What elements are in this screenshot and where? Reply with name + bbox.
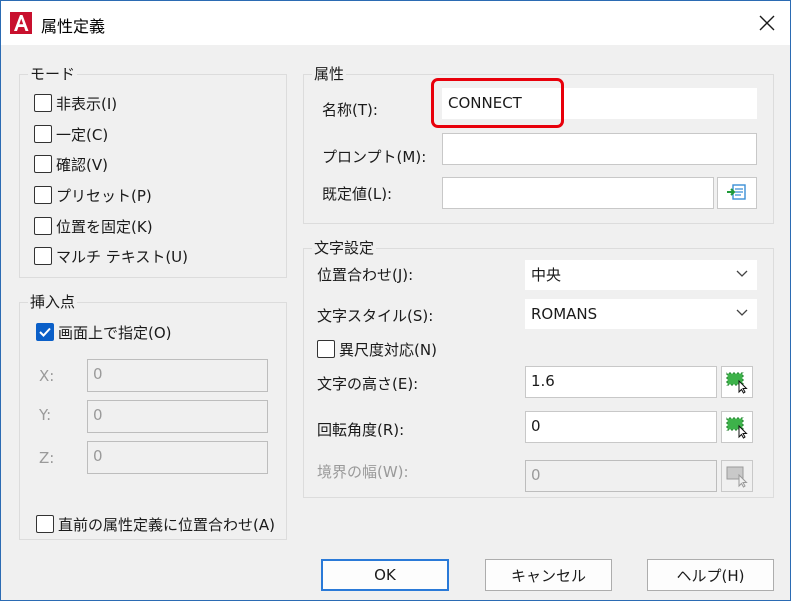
pick-point-icon — [726, 417, 748, 439]
text-style-select[interactable]: ROMANS — [525, 299, 757, 329]
mode-multiline-checkbox[interactable]: マルチ テキスト(U) — [34, 244, 188, 268]
cancel-button[interactable]: キャンセル — [485, 559, 612, 591]
tag-highlight-callout — [431, 78, 564, 128]
check-icon — [39, 327, 51, 337]
mode-constant-checkbox[interactable]: 一定(C) — [34, 122, 108, 146]
checkbox-label: 確認(V) — [56, 155, 108, 174]
text-height-label: 文字の高さ(E): — [317, 375, 419, 393]
checkbox-label: 画面上で指定(O) — [58, 323, 172, 342]
y-input[interactable]: 0 — [87, 400, 268, 433]
text-height-input[interactable]: 1.6 — [525, 366, 717, 398]
checkbox-box[interactable] — [34, 186, 52, 204]
prompt-label: プロンプト(M): — [322, 148, 427, 166]
tag-label: 名称(T): — [322, 101, 378, 119]
ok-button[interactable]: OK — [321, 559, 449, 591]
autocad-a-icon — [10, 12, 32, 34]
dialog-body: モード 非表示(I) 一定(C) 確認(V) プリセット(P) 位置を固定(K)… — [1, 45, 790, 600]
help-button[interactable]: ヘルプ(H) — [647, 559, 774, 591]
chevron-down-icon — [736, 270, 748, 277]
checkbox-label: 一定(C) — [56, 125, 109, 144]
mode-group-title: モード — [28, 64, 78, 84]
z-label: Z: — [39, 449, 55, 467]
justification-value: 中央 — [531, 266, 562, 284]
mode-preset-checkbox[interactable]: プリセット(P) — [34, 183, 152, 207]
insert-field-button[interactable] — [717, 177, 757, 209]
rotation-pick-button[interactable] — [721, 411, 753, 443]
checkbox-label: プリセット(P) — [56, 186, 152, 205]
close-icon — [759, 15, 775, 31]
checkbox-label: 異尺度対応(N) — [339, 340, 437, 359]
text-height-pick-button[interactable] — [721, 366, 753, 398]
x-input[interactable]: 0 — [87, 359, 268, 392]
boundary-width-label: 境界の幅(W): — [317, 463, 409, 481]
x-label: X: — [39, 367, 55, 385]
insertion-point-group-title: 挿入点 — [28, 292, 78, 312]
text-style-label: 文字スタイル(S): — [317, 307, 434, 325]
justification-label: 位置合わせ(J): — [317, 266, 414, 284]
boundary-width-pick-button[interactable] — [721, 460, 753, 492]
align-below-previous-checkbox[interactable]: 直前の属性定義に位置合わせ(A) — [36, 512, 275, 536]
prompt-input[interactable] — [442, 133, 757, 165]
checkbox-box[interactable] — [34, 155, 52, 173]
checkbox-label: 直前の属性定義に位置合わせ(A) — [58, 515, 275, 534]
checkbox-box[interactable] — [36, 515, 54, 533]
text-style-value: ROMANS — [531, 305, 598, 323]
rotation-label: 回転角度(R): — [317, 421, 405, 439]
default-input[interactable] — [442, 177, 714, 209]
mode-lock-position-checkbox[interactable]: 位置を固定(K) — [34, 214, 153, 238]
checkbox-box[interactable] — [34, 217, 52, 235]
checkbox-label: 位置を固定(K) — [56, 217, 153, 236]
pick-point-icon — [726, 466, 748, 488]
checkbox-label: マルチ テキスト(U) — [56, 247, 189, 266]
checkbox-box[interactable] — [34, 94, 52, 112]
attribute-group-title: 属性 — [312, 64, 347, 84]
checkbox-box[interactable] — [36, 323, 54, 341]
checkbox-box[interactable] — [34, 125, 52, 143]
window-title: 属性定義 — [41, 17, 106, 36]
checkbox-label: 非表示(I) — [56, 94, 118, 113]
title-bar: 属性定義 — [1, 1, 790, 45]
attribute-definition-dialog: 属性定義 モード 非表示(I) 一定(C) 確認(V) プリセット(P) 位置を… — [0, 0, 791, 601]
mode-verify-checkbox[interactable]: 確認(V) — [34, 152, 108, 176]
y-label: Y: — [39, 406, 52, 424]
insert-field-icon — [727, 184, 746, 200]
justification-select[interactable]: 中央 — [525, 260, 757, 290]
checkbox-box[interactable] — [34, 247, 52, 265]
close-button[interactable] — [750, 7, 784, 39]
annotative-checkbox[interactable]: 異尺度対応(N) — [317, 337, 437, 361]
text-settings-group-title: 文字設定 — [312, 238, 377, 258]
z-input[interactable]: 0 — [87, 441, 268, 474]
boundary-width-input[interactable]: 0 — [525, 460, 717, 492]
specify-on-screen-checkbox[interactable]: 画面上で指定(O) — [36, 320, 172, 344]
checkbox-box[interactable] — [317, 340, 335, 358]
pick-point-icon — [726, 372, 748, 394]
rotation-input[interactable]: 0 — [525, 411, 717, 443]
chevron-down-icon — [736, 309, 748, 316]
mode-invisible-checkbox[interactable]: 非表示(I) — [34, 91, 117, 115]
default-label: 既定値(L): — [322, 185, 393, 203]
